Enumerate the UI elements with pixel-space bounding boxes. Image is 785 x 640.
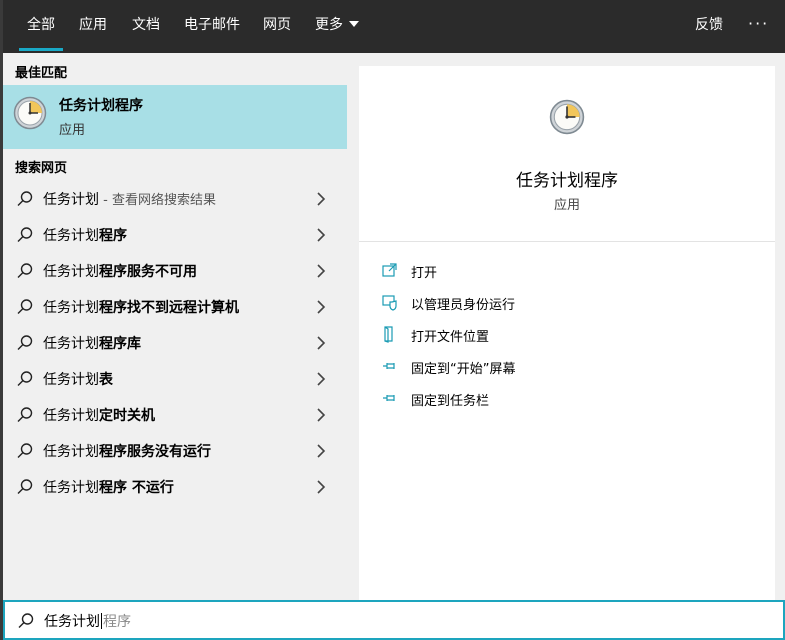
detail-title: 任务计划程序 [516,171,618,191]
search-typed-text: 任务计划 [44,614,100,630]
chevron-right-icon[interactable] [315,407,327,427]
web-suggestion-item[interactable]: 任务计划程序找不到远程计算机 [3,289,347,325]
web-suggestion-item[interactable]: 任务计划程序服务不可用 [3,253,347,289]
search-icon [16,262,34,284]
open-action-label: 打开 [411,266,438,281]
pin-icon [381,389,399,411]
web-suggestion-item[interactable]: 任务计划程序服务没有运行 [3,433,347,469]
chevron-right-icon[interactable] [315,227,327,247]
tab-apps[interactable]: 应用 [79,0,107,53]
suggestion-completion: 程序 [99,228,127,244]
search-icon [16,190,34,212]
search-icon [16,370,34,392]
web-suggestion-item[interactable]: 任务计划定时关机 [3,397,347,433]
file-location-icon [381,325,399,347]
open-icon [381,261,399,283]
web-suggestion-item[interactable]: 任务计划表 [3,361,347,397]
tab-email[interactable]: 电子邮件 [184,0,240,53]
open-file-location-label: 打开文件位置 [411,330,490,345]
tab-all[interactable]: 全部 [19,0,63,53]
suggestion-query: 任务计划 [43,192,99,208]
search-icon [16,334,34,356]
suggestion-query: 任务计划 [43,336,99,352]
tab-web[interactable]: 网页 [263,0,291,53]
best-match-item[interactable]: 任务计划程序 应用 [3,85,347,149]
suggestion-completion: 表 [99,372,113,388]
search-autocomplete-text: 程序 [103,614,131,630]
web-suggestion-label: 任务计划程序 不运行 [43,477,174,497]
tab-more-label: 更多 [315,17,343,33]
web-suggestion-label: 任务计划 - 查看网络搜索结果 [43,189,216,209]
web-suggestion-label: 任务计划程序 [43,225,127,245]
web-suggestion-item[interactable]: 任务计划 - 查看网络搜索结果 [3,181,347,217]
text-caret [101,613,102,629]
chevron-right-icon[interactable] [315,299,327,319]
search-box[interactable]: 任务计划 程序 [3,600,785,640]
tab-documents[interactable]: 文档 [132,0,160,53]
run-as-admin-label: 以管理员身份运行 [411,298,516,313]
search-icon [16,442,34,464]
suggestion-completion: 程序库 [99,336,141,352]
feedback-button[interactable]: 反馈 [695,0,723,53]
more-options-button[interactable]: ··· [748,0,769,53]
suggestion-hint: - 查看网络搜索结果 [99,193,216,208]
suggestion-query: 任务计划 [43,372,99,388]
suggestion-completion: 程序服务没有运行 [99,444,211,460]
suggestion-completion: 程序服务不可用 [99,264,197,280]
web-suggestion-label: 任务计划程序服务没有运行 [43,441,211,461]
search-icon [16,406,34,428]
web-suggestion-label: 任务计划程序库 [43,333,141,353]
pin-to-taskbar-label: 固定到任务栏 [411,394,490,409]
chevron-right-icon[interactable] [315,335,327,355]
web-suggestion-item[interactable]: 任务计划程序 不运行 [3,469,347,505]
web-suggestion-label: 任务计划定时关机 [43,405,155,425]
search-icon [16,478,34,500]
web-suggestion-label: 任务计划程序服务不可用 [43,261,197,281]
detail-pane: 任务计划程序 应用 打开 以管理员身份运行 打开文件位置 固定到“开始”屏幕 固… [359,66,775,600]
web-suggestion-item[interactable]: 任务计划程序 [3,217,347,253]
search-icon [16,298,34,320]
divider [359,241,775,242]
suggestion-query: 任务计划 [43,264,99,280]
search-input[interactable]: 任务计划 程序 [44,611,131,631]
suggestion-completion: 程序找不到远程计算机 [99,300,239,316]
web-search-heading: 搜索网页 [15,161,68,176]
web-suggestion-label: 任务计划表 [43,369,113,389]
suggestion-query: 任务计划 [43,228,99,244]
shield-icon [381,293,399,315]
chevron-right-icon[interactable] [315,191,327,211]
chevron-right-icon[interactable] [315,479,327,499]
chevron-right-icon[interactable] [315,371,327,391]
chevron-right-icon[interactable] [315,263,327,283]
clock-icon [549,99,585,139]
suggestion-query: 任务计划 [43,444,99,460]
tab-more[interactable]: 更多 [315,0,359,53]
suggestion-query: 任务计划 [43,300,99,316]
suggestion-query: 任务计划 [43,480,99,496]
search-icon [16,226,34,248]
suggestion-completion: 程序 不运行 [99,480,174,496]
best-match-title: 任务计划程序 [59,98,143,114]
best-match-subtitle: 应用 [59,123,86,138]
pin-icon [381,357,399,379]
pin-to-start-label: 固定到“开始”屏幕 [411,362,516,377]
top-tab-bar: 全部 应用 文档 电子邮件 网页 更多 反馈 ··· [3,0,785,53]
best-match-heading: 最佳匹配 [15,66,68,81]
search-icon [17,612,35,634]
suggestion-completion: 定时关机 [99,408,155,424]
clock-icon [13,96,47,134]
suggestion-query: 任务计划 [43,408,99,424]
web-suggestion-item[interactable]: 任务计划程序库 [3,325,347,361]
chevron-right-icon[interactable] [315,443,327,463]
detail-subtitle: 应用 [553,198,580,213]
chevron-down-icon [349,21,359,27]
web-suggestion-label: 任务计划程序找不到远程计算机 [43,297,239,317]
results-pane: 最佳匹配 任务计划程序 应用 搜索网页 任务计划 - 查看网络搜索结果 任务计划程… [3,53,347,600]
